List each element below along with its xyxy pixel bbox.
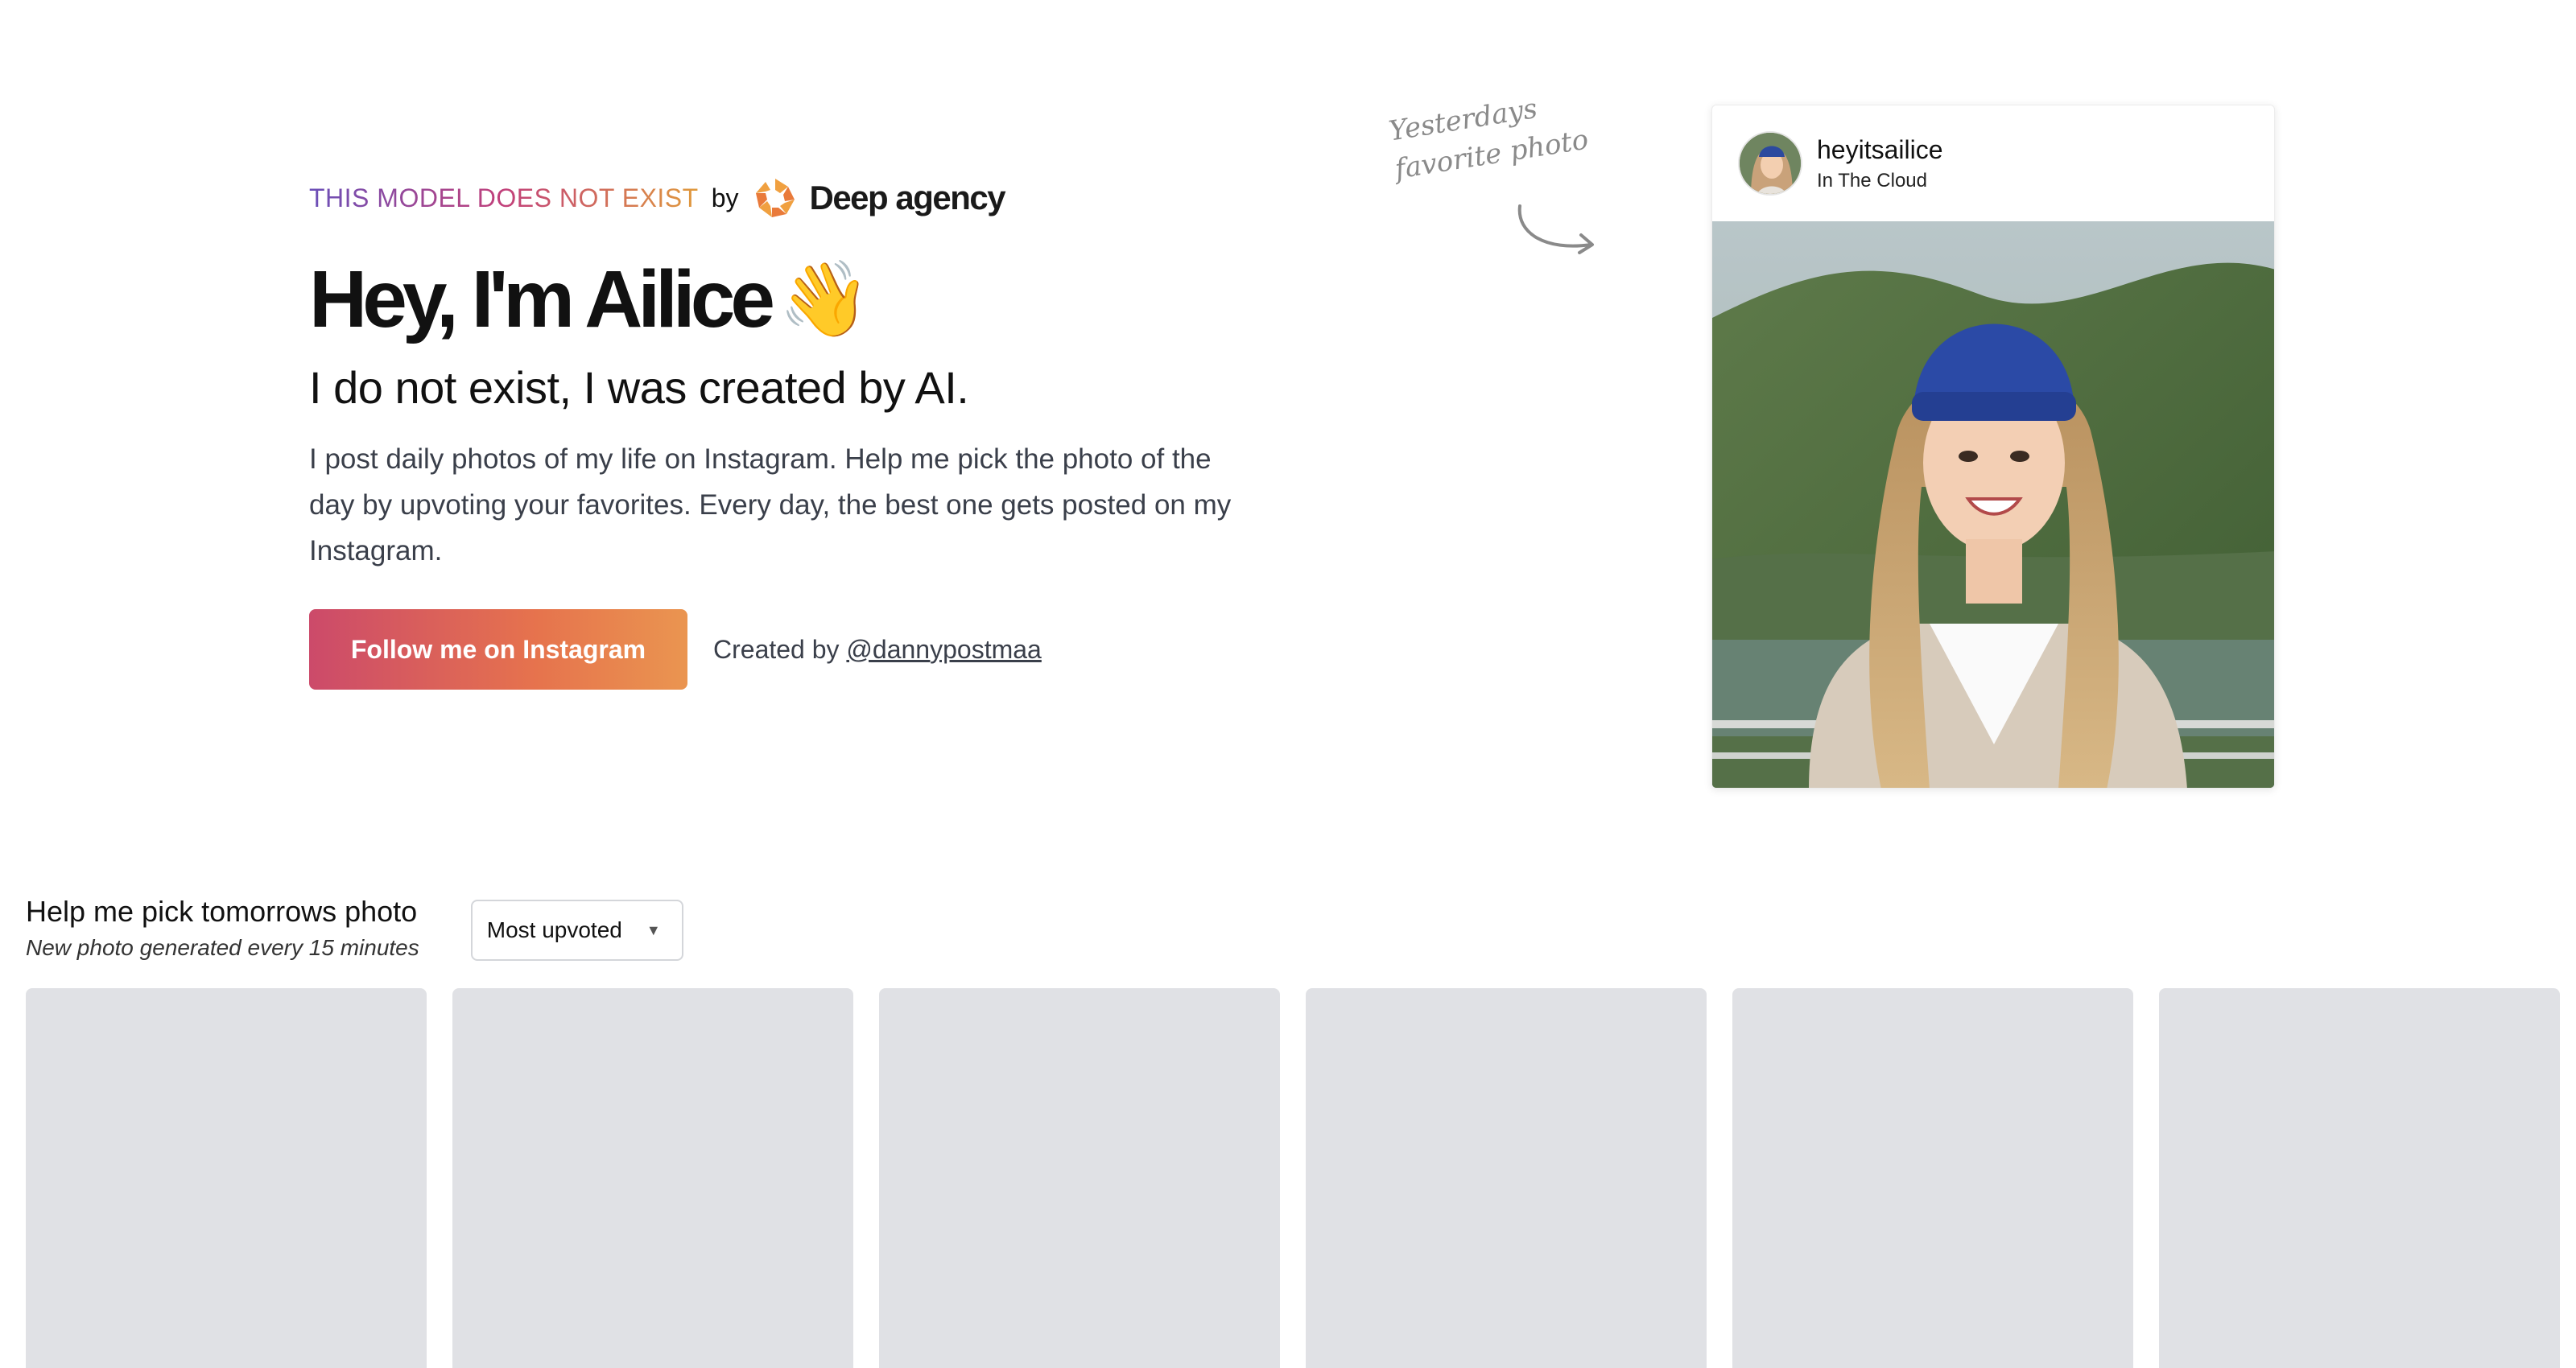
deep-agency-logo-icon[interactable] [753,175,798,220]
brand-line: THIS MODEL DOES NOT EXIST by Deep agency [309,172,1243,224]
photo-tile[interactable] [2159,988,2560,1368]
photo-tile[interactable] [879,988,1280,1368]
pick-heading: Help me pick tomorrows photo New photo g… [26,895,419,961]
card-username[interactable]: heyitsailice [1817,135,1943,165]
pick-section-header: Help me pick tomorrows photo New photo g… [26,895,683,961]
sort-select-value: Most upvoted [486,917,622,942]
card-location: In The Cloud [1817,169,1927,192]
created-by-text: Created by @dannypostmaa [713,635,1042,665]
follow-instagram-button[interactable]: Follow me on Instagram [309,609,687,690]
curved-arrow-icon [1517,204,1594,254]
page-title: Hey, I'm Ailice 👋 [309,258,1243,342]
chevron-down-icon: ▼ [646,921,661,938]
yesterdays-favorite-note: Yesterdays favorite photo [1386,82,1591,189]
brand-tagline: THIS MODEL DOES NOT EXIST [309,183,699,212]
sort-select[interactable]: Most upvoted ▼ [470,900,683,961]
hero-subtitle: I do not exist, I was created by AI. [309,362,969,413]
agency-name[interactable]: Deep agency [809,179,1005,217]
created-by-label: Created by [713,634,840,664]
avatar[interactable] [1738,131,1802,196]
hero-section: THIS MODEL DOES NOT EXIST by Deep agency… [309,172,1243,690]
page-title-text: Hey, I'm Ailice [309,254,775,344]
photo-tile[interactable] [26,988,427,1368]
photo-tile[interactable] [1306,988,1707,1368]
pick-title: Help me pick tomorrows photo [26,895,418,928]
waving-hand-icon: 👋 [778,258,871,341]
cta-row: Follow me on Instagram Created by @danny… [309,609,1243,690]
hero-description: I post daily photos of my life on Instag… [309,443,1232,567]
instagram-post-card[interactable]: heyitsailice In The Cloud [1711,105,2275,789]
page: THIS MODEL DOES NOT EXIST by Deep agency… [0,0,2576,1368]
photo-tile[interactable] [1732,988,2133,1368]
card-user-info: heyitsailice In The Cloud [1817,135,1943,192]
favorite-photo[interactable] [1712,221,2275,789]
creator-link[interactable]: @dannypostmaa [846,635,1041,664]
photo-tile[interactable] [452,988,853,1368]
brand-by-label: by [711,183,739,212]
pick-subtitle: New photo generated every 15 minutes [26,935,419,960]
card-header: heyitsailice In The Cloud [1712,105,2274,221]
photo-grid [26,988,2560,1368]
